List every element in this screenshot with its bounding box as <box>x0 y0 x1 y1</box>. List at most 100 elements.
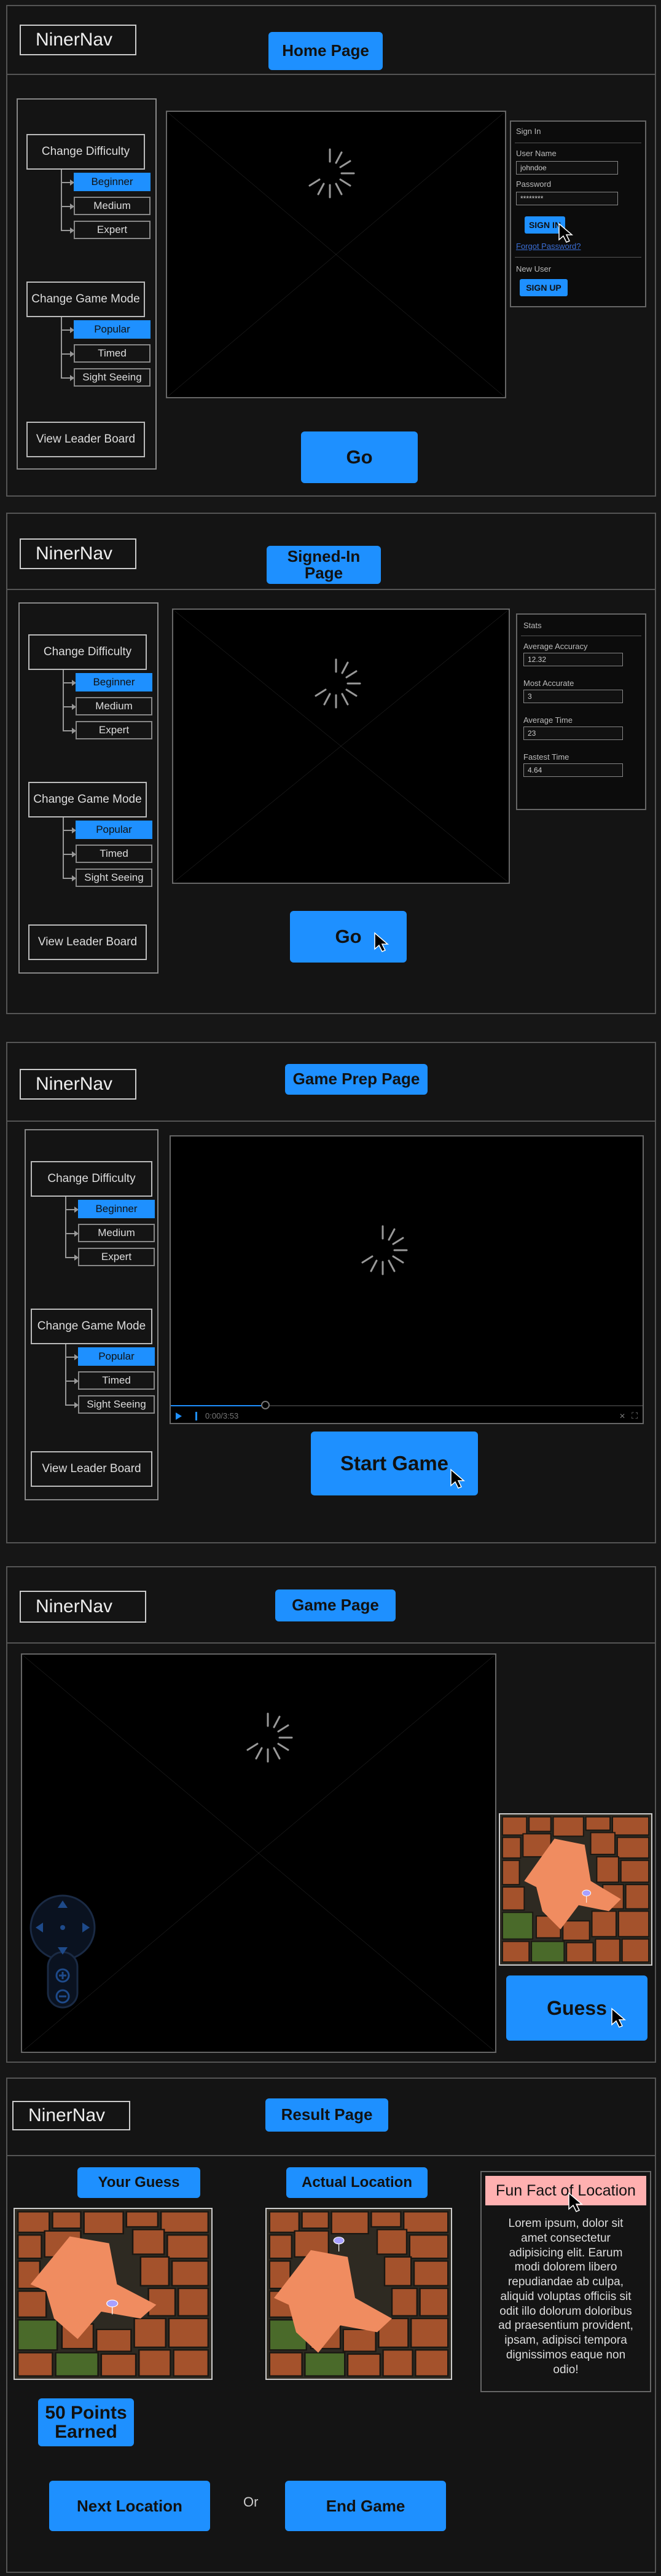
sign-in-panel: Sign In User Name Password SIGN IN Forgo… <box>510 120 646 307</box>
settings-icon[interactable]: ✕ <box>619 1412 625 1420</box>
change-game-mode-button[interactable]: Change Game Mode <box>31 1309 152 1344</box>
avg-time-label: Average Time <box>523 715 573 725</box>
signed-in-page-frame: NinerNav Signed-In Page Change Difficult… <box>6 513 656 1014</box>
guess-map[interactable] <box>499 1813 652 1966</box>
most-accurate-label: Most Accurate <box>523 679 574 688</box>
street-view-placeholder <box>166 111 506 398</box>
difficulty-expert[interactable]: Expert <box>78 1248 155 1266</box>
cursor-icon <box>568 2192 584 2212</box>
fun-fact-text: Lorem ipsum, dolor sit amet consectetur … <box>498 2217 633 2376</box>
actual-location-map <box>265 2208 452 2380</box>
fastest-time-label: Fastest Time <box>523 752 569 762</box>
video-progress-track[interactable] <box>171 1401 643 1409</box>
logo[interactable]: NinerNav <box>20 538 136 569</box>
password-input[interactable] <box>516 192 618 205</box>
sidebar: Change Difficulty Beginner Medium Expert… <box>18 602 158 974</box>
mode-popular[interactable]: Popular <box>74 320 151 339</box>
page-title-button[interactable]: Game Page <box>275 1589 396 1621</box>
city-map-image <box>15 2209 211 2379</box>
fun-fact-title: Fun Fact of Location <box>485 2176 646 2205</box>
difficulty-beginner[interactable]: Beginner <box>74 173 151 191</box>
cursor-icon <box>450 1468 466 1489</box>
city-map-image <box>267 2209 451 2379</box>
cursor-icon <box>611 2007 627 2028</box>
sidebar: Change Difficulty Beginner Medium Expert… <box>17 98 157 470</box>
logo[interactable]: NinerNav <box>20 1069 136 1100</box>
page-title-button[interactable]: Game Prep Page <box>285 1064 428 1095</box>
placeholder-cross <box>173 610 509 883</box>
next-location-button[interactable]: Next Location <box>49 2481 210 2531</box>
avg-accuracy-field: 12.32 <box>523 653 623 666</box>
most-accurate-field: 3 <box>523 690 623 703</box>
difficulty-beginner[interactable]: Beginner <box>76 673 152 691</box>
view-leaderboard-button[interactable]: View Leader Board <box>28 924 147 960</box>
street-view-panorama[interactable] <box>21 1653 496 2053</box>
difficulty-expert[interactable]: Expert <box>74 221 151 239</box>
go-button[interactable]: Go <box>301 431 418 483</box>
page-title-button[interactable]: Signed-In Page <box>267 546 381 584</box>
video-player[interactable]: 0:00/3:53 ✕ ⛶ <box>170 1135 644 1424</box>
result-page-frame: NinerNav Result Page Your Guess Actual L… <box>6 2078 656 2573</box>
video-progress-fill <box>171 1405 265 1406</box>
street-view-placeholder <box>172 609 510 884</box>
page-title-button[interactable]: Home Page <box>268 32 383 70</box>
logo[interactable]: NinerNav <box>20 25 136 55</box>
change-difficulty-button[interactable]: Change Difficulty <box>31 1161 152 1197</box>
video-scrubber-handle[interactable] <box>260 1401 270 1409</box>
mode-sight-seeing[interactable]: Sight Seeing <box>74 368 151 387</box>
difficulty-expert[interactable]: Expert <box>76 721 152 739</box>
sign-in-heading: Sign In <box>516 127 541 136</box>
fastest-time-field: 4.64 <box>523 763 623 777</box>
new-user-label: New User <box>516 264 552 274</box>
cursor-icon <box>558 223 574 243</box>
logo[interactable]: NinerNav <box>12 2101 130 2130</box>
sidebar: Change Difficulty Beginner Medium Expert… <box>25 1129 158 1500</box>
loading-spinner-icon <box>315 658 361 709</box>
change-game-mode-button[interactable]: Change Game Mode <box>28 782 147 817</box>
view-leaderboard-button[interactable]: View Leader Board <box>31 1451 152 1487</box>
volume-icon[interactable] <box>195 1412 197 1420</box>
your-guess-label: Your Guess <box>77 2167 200 2198</box>
fullscreen-icon[interactable]: ⛶ <box>632 1411 638 1421</box>
mode-sight-seeing[interactable]: Sight Seeing <box>78 1395 155 1414</box>
mode-sight-seeing[interactable]: Sight Seeing <box>76 869 152 887</box>
city-map-image <box>500 1814 651 1964</box>
difficulty-beginner[interactable]: Beginner <box>78 1200 155 1218</box>
your-guess-map <box>14 2208 213 2380</box>
mode-timed[interactable]: Timed <box>74 344 151 363</box>
play-icon[interactable] <box>176 1412 182 1420</box>
actual-location-label: Actual Location <box>286 2167 428 2198</box>
page-title-button[interactable]: Result Page <box>265 2098 388 2132</box>
forgot-password-link[interactable]: Forgot Password? <box>516 242 581 251</box>
password-label: Password <box>516 179 552 189</box>
game-prep-page-frame: NinerNav Game Prep Page Change Difficult… <box>6 1042 656 1543</box>
mode-timed[interactable]: Timed <box>76 845 152 863</box>
navigation-control-icon[interactable] <box>26 1891 100 2014</box>
difficulty-medium[interactable]: Medium <box>74 197 151 215</box>
mode-timed[interactable]: Timed <box>78 1371 155 1390</box>
view-leaderboard-button[interactable]: View Leader Board <box>26 422 145 457</box>
difficulty-medium[interactable]: Medium <box>78 1224 155 1242</box>
difficulty-medium[interactable]: Medium <box>76 697 152 715</box>
change-difficulty-button[interactable]: Change Difficulty <box>26 134 145 170</box>
points-earned-badge: 50 Points Earned <box>38 2398 134 2446</box>
mode-popular[interactable]: Popular <box>78 1347 155 1366</box>
home-page-frame: NinerNav Home Page Change Difficulty Beg… <box>6 5 656 497</box>
username-label: User Name <box>516 149 557 158</box>
username-input[interactable] <box>516 161 618 175</box>
loading-spinner-icon <box>246 1712 293 1763</box>
end-game-button[interactable]: End Game <box>285 2481 446 2531</box>
loading-spinner-icon <box>361 1225 408 1275</box>
video-time: 0:00/3:53 <box>205 1411 239 1420</box>
mode-popular[interactable]: Popular <box>76 821 152 839</box>
cursor-icon <box>374 932 389 952</box>
change-difficulty-button[interactable]: Change Difficulty <box>28 634 147 670</box>
sign-up-button[interactable]: SIGN UP <box>520 279 568 296</box>
stats-heading: Stats <box>523 621 542 630</box>
change-game-mode-button[interactable]: Change Game Mode <box>26 282 145 317</box>
game-page-frame: NinerNav Game Page Guess <box>6 1566 656 2063</box>
stats-panel: Stats Average Accuracy 12.32 Most Accura… <box>516 613 646 810</box>
avg-time-field: 23 <box>523 727 623 740</box>
logo[interactable]: NinerNav <box>20 1591 146 1623</box>
loading-spinner-icon <box>308 148 355 199</box>
